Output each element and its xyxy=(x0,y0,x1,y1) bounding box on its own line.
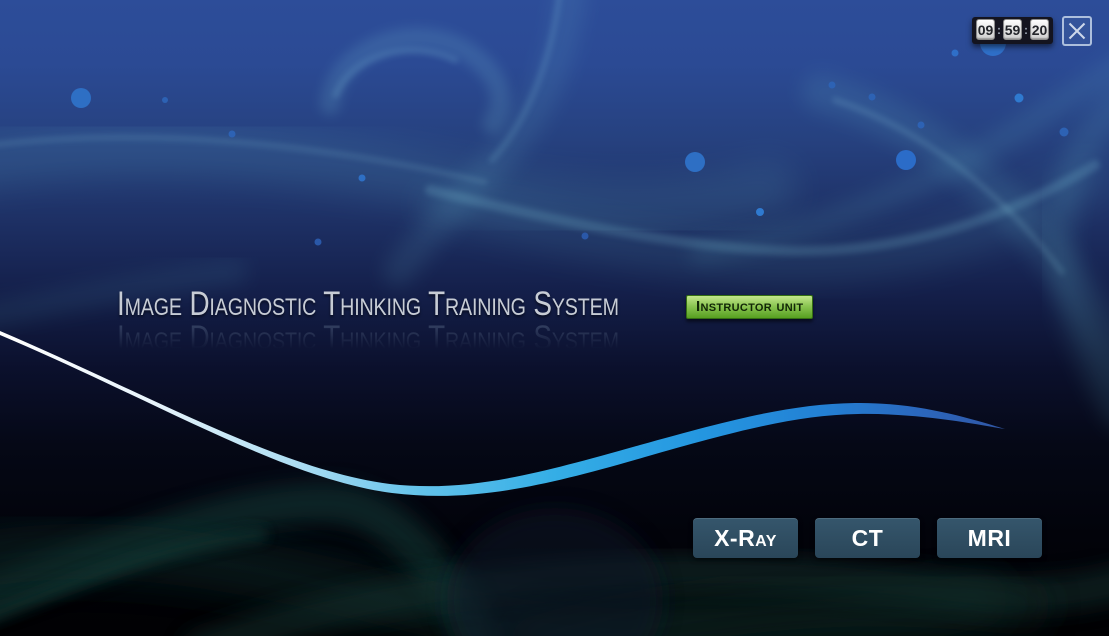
close-icon xyxy=(1068,22,1086,40)
clock-widget: 09 : 59 : 20 xyxy=(972,17,1053,44)
xray-button[interactable]: X-Ray xyxy=(693,518,798,558)
dark-sphere xyxy=(447,508,663,636)
launcher-screen: 09 : 59 : 20 Image Diagnostic Thinking T… xyxy=(0,0,1109,636)
clock-separator: : xyxy=(995,23,1003,37)
mri-button[interactable]: MRI xyxy=(937,518,1042,558)
page-title: Image Diagnostic Thinking Training Syste… xyxy=(117,287,619,321)
clock-hours: 09 xyxy=(976,19,995,40)
instructor-unit-badge: Instructor unit xyxy=(686,295,813,319)
page-title-reflection: Image Diagnostic Thinking Training Syste… xyxy=(117,321,619,355)
swoosh-curve xyxy=(0,331,1005,496)
clock-separator: : xyxy=(1022,23,1030,37)
close-button[interactable] xyxy=(1062,16,1092,46)
clock-seconds: 20 xyxy=(1030,19,1049,40)
clock-minutes: 59 xyxy=(1003,19,1022,40)
modality-buttons: X-Ray CT MRI xyxy=(693,518,1042,558)
ct-button[interactable]: CT xyxy=(815,518,920,558)
